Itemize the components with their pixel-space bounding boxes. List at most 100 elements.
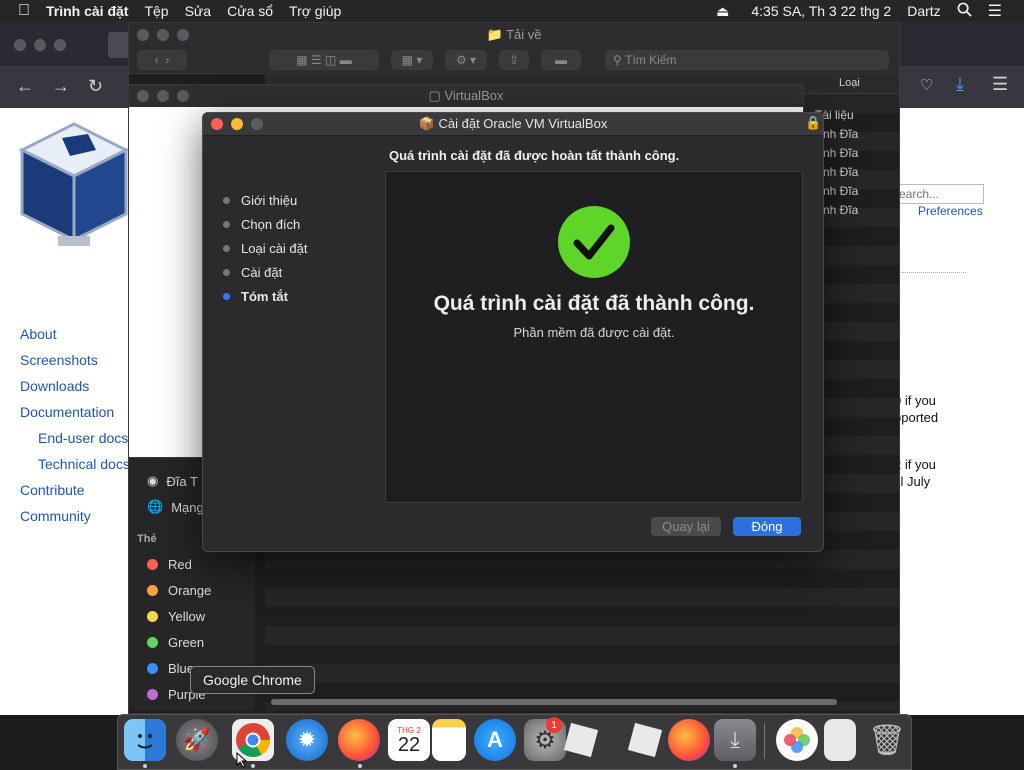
preview-icon[interactable] xyxy=(824,719,856,761)
photos-icon[interactable] xyxy=(776,719,818,761)
step-dot-icon xyxy=(223,269,230,276)
sidebar-tag-blue[interactable]: Blue xyxy=(147,661,194,676)
nav-screenshots[interactable]: Screenshots xyxy=(20,352,130,368)
installer-step-label: Loại cài đặt xyxy=(241,241,308,256)
downloads-stack-icon[interactable]: ⤓ xyxy=(714,719,756,761)
view-mode-switcher[interactable]: ▦ ☰ ◫ ▬ xyxy=(269,50,379,70)
success-subtitle: Phần mềm đã được cài đặt. xyxy=(513,325,675,340)
apple-menu-icon[interactable]:  xyxy=(0,2,38,20)
share-icon[interactable]: ⇧ xyxy=(499,50,529,70)
browser-tab[interactable] xyxy=(108,32,130,58)
installer-package-icon: 📦 xyxy=(418,116,435,131)
body-text-fragment: pported xyxy=(894,410,939,425)
app-store-icon[interactable]: A xyxy=(474,719,516,761)
firefox-icon[interactable] xyxy=(338,719,380,761)
checkmark-success-icon xyxy=(558,206,630,278)
wiki-search-input[interactable] xyxy=(896,184,984,204)
back-button[interactable]: Quay lại xyxy=(651,517,721,536)
reload-icon[interactable]: ↻ xyxy=(88,76,103,97)
dock-separator xyxy=(764,723,765,759)
sidebar-tag-label: Orange xyxy=(168,583,212,598)
step-dot-icon xyxy=(223,221,230,228)
installer-step: Loại cài đặt xyxy=(223,241,308,256)
firefox-icon[interactable] xyxy=(668,719,710,761)
sidebar-tag-label: Red xyxy=(168,557,192,572)
tag-color-dot-icon xyxy=(147,611,158,622)
tag-icon[interactable]: ▬ xyxy=(541,50,581,70)
body-text-fragment: 2 if you xyxy=(894,457,936,472)
installer-heading: Quá trình cài đặt đã được hoàn tất thành… xyxy=(389,148,680,163)
back-arrow-icon[interactable]: ← xyxy=(16,76,34,97)
menu-app-name[interactable]: Trình cài đặt xyxy=(38,3,136,19)
installer-step-label: Tóm tắt xyxy=(241,289,288,304)
finder-search-placeholder: Tìm Kiếm xyxy=(625,53,677,67)
close-button[interactable]: Đóng xyxy=(733,517,801,536)
installer-step: Chọn đích xyxy=(223,217,300,232)
pocket-icon[interactable]: ♡ xyxy=(920,76,933,94)
nav-contribute[interactable]: Contribute xyxy=(20,482,130,498)
control-center-icon[interactable]: ☰ xyxy=(980,1,1024,21)
column-header-kind[interactable]: Loại xyxy=(839,77,860,89)
nav-documentation[interactable]: Documentation xyxy=(20,404,130,420)
horizontal-scrollbar[interactable] xyxy=(271,699,837,705)
eject-icon[interactable]: ⏏ xyxy=(708,3,737,20)
installer-step: Tóm tắt xyxy=(223,289,288,304)
action-gear-icon[interactable]: ⚙ ▾ xyxy=(445,50,487,70)
finder-back-forward[interactable]: ‹ › xyxy=(137,50,187,70)
sidebar-item-label: Mạng xyxy=(171,499,204,515)
vbox-window-title: VirtualBox xyxy=(444,88,504,103)
sidebar-tag-yellow[interactable]: Yellow xyxy=(147,609,205,624)
forward-arrow-icon[interactable]: → xyxy=(52,76,70,97)
finder-icon[interactable] xyxy=(124,719,166,761)
group-by-button[interactable]: ▦ ▾ xyxy=(391,50,433,70)
browser-minimize-button[interactable] xyxy=(34,39,46,51)
menu-window[interactable]: Cửa sổ xyxy=(219,3,281,19)
menu-clock[interactable]: 4:35 SA, Th 3 22 thg 2 xyxy=(737,3,899,19)
step-dot-icon xyxy=(223,197,230,204)
nav-downloads[interactable]: Downloads xyxy=(20,378,130,394)
spotlight-search-icon[interactable] xyxy=(949,2,980,20)
nav-technical-docs[interactable]: Technical docs xyxy=(20,456,130,472)
folder-icon: 📁 xyxy=(486,27,503,42)
installer-step: Cài đặt xyxy=(223,265,282,280)
notes-icon[interactable] xyxy=(432,719,466,761)
launchpad-icon[interactable]: 🚀 xyxy=(176,719,218,761)
installer-dialog: 📦 Cài đặt Oracle VM VirtualBox 🔒 Quá trì… xyxy=(202,112,824,552)
nav-about[interactable]: About xyxy=(20,326,130,342)
tag-color-dot-icon xyxy=(147,689,158,700)
trash-icon[interactable]: 🗑 xyxy=(866,719,908,761)
tag-color-dot-icon xyxy=(147,585,158,596)
sidebar-item-network[interactable]: 🌐 Mạng xyxy=(147,499,204,515)
sidebar-tag-red[interactable]: Red xyxy=(147,557,192,572)
browser-menu-icon[interactable]: ☰ xyxy=(992,74,1008,95)
sidebar-item-label: Đĩa T xyxy=(166,473,198,489)
browser-zoom-button[interactable] xyxy=(54,39,66,51)
menu-bar:  Trình cài đặt Tệp Sửa Cửa sổ Trợ giúp … xyxy=(0,0,1024,22)
finder-search-field[interactable]: ⚲ Tìm Kiếm xyxy=(605,50,889,70)
active-step-dot-icon xyxy=(223,293,230,300)
mouse-cursor-icon xyxy=(236,752,248,768)
sidebar-tag-orange[interactable]: Orange xyxy=(147,583,211,598)
sidebar-tag-label: Green xyxy=(168,635,205,650)
success-title: Quá trình cài đặt đã thành công. xyxy=(433,292,755,315)
nav-community[interactable]: Community xyxy=(20,508,130,524)
nav-end-user-docs[interactable]: End-user docs xyxy=(20,430,130,446)
calendar-icon[interactable]: THG 2 22 xyxy=(388,719,430,761)
tag-color-dot-icon xyxy=(147,663,158,674)
menu-help[interactable]: Trợ giúp xyxy=(281,3,349,19)
download-icon[interactable]: ⤓ xyxy=(956,74,964,95)
menu-user[interactable]: Dartz xyxy=(899,3,948,19)
browser-close-button[interactable] xyxy=(14,39,26,51)
sidebar-tag-green[interactable]: Green xyxy=(147,635,204,650)
menu-edit[interactable]: Sửa xyxy=(177,3,220,19)
preferences-link[interactable]: Preferences xyxy=(918,204,983,218)
roblox-icon[interactable] xyxy=(624,719,666,761)
menu-file[interactable]: Tệp xyxy=(136,3,176,19)
safari-icon[interactable]: ✹ xyxy=(286,719,328,761)
virtualbox-logo-icon xyxy=(18,122,130,246)
sidebar-item-disk[interactable]: ◉ Đĩa T xyxy=(147,473,198,489)
body-text-fragment: 0 if you xyxy=(894,393,936,408)
dock-tooltip: Google Chrome xyxy=(190,666,315,694)
network-icon: 🌐 xyxy=(147,499,164,514)
roblox-icon[interactable] xyxy=(560,719,602,761)
